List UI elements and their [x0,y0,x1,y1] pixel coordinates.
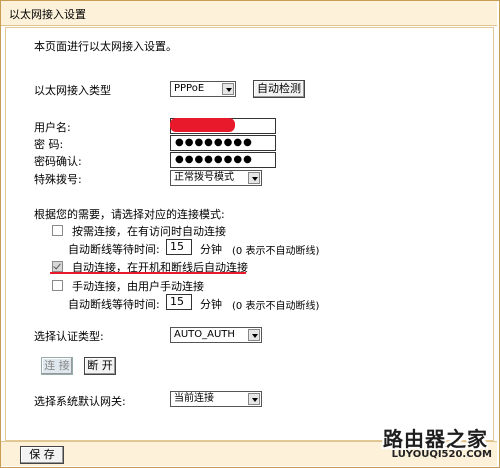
auth-value: AUTO_AUTH [174,329,235,340]
connect-button[interactable]: 连 接 [41,357,73,375]
password-label: 密 码: [34,138,64,151]
dial-value: 正常拨号模式 [174,172,234,183]
mode-manual-label: 手动连接，由用户手动连接 [72,280,204,293]
watermark-url: LUYOUQI520.COM [391,449,492,460]
idle-time-input-2[interactable]: 15 [166,294,192,310]
idle-time-value-2: 15 [170,295,184,308]
conn-type-label: 以太网接入类型 [34,84,111,97]
idle-time-input-1[interactable]: 15 [166,239,192,255]
title-bar: 以太网接入设置 [1,1,497,26]
gateway-select[interactable]: 当前连接 [170,391,262,407]
idle-time-label-1: 自动断线等待时间: [68,243,160,256]
chevron-down-icon [248,329,260,341]
mode-on-demand-checkbox[interactable] [52,225,63,236]
mode-auto-checkbox[interactable] [52,261,63,272]
intro-text: 本页面进行以太网接入设置。 [34,40,177,53]
mode-manual-checkbox[interactable] [52,280,63,291]
chevron-down-icon [248,393,260,405]
save-button[interactable]: 保 存 [20,446,64,464]
password-confirm-label: 密码确认: [34,155,82,168]
page-title: 以太网接入设置 [9,8,86,21]
password-confirm-masked: ●●●●●●●● [175,154,253,165]
auth-select[interactable]: AUTO_AUTH [170,327,262,343]
conn-type-select[interactable]: PPPoE [170,81,236,97]
conn-type-value: PPPoE [174,83,205,94]
gateway-value: 当前连接 [174,393,214,404]
dial-select[interactable]: 正常拨号模式 [170,170,262,186]
password-field[interactable]: ●●●●●●●● [170,135,276,151]
chevron-down-icon [222,83,234,95]
mode-on-demand-label: 按需连接，在有访问时自动连接 [72,225,226,238]
idle-time-label-2: 自动断线等待时间: [68,298,160,311]
mode-prompt: 根据您的需要，请选择对应的连接模式: [34,208,225,221]
idle-time-value-1: 15 [170,240,184,253]
idle-time-unit-2: 分钟 [200,298,222,311]
idle-time-unit-1: 分钟 [200,243,222,256]
auto-detect-button[interactable]: 自动检测 [253,80,305,98]
dial-label: 特殊拨号: [34,173,82,186]
password-masked: ●●●●●●●● [175,137,253,148]
gateway-label: 选择系统默认网关: [34,395,126,408]
username-label: 用户名: [34,121,71,134]
password-confirm-field[interactable]: ●●●●●●●● [170,152,276,168]
idle-time-note-2: (0 表示不自动断线) [232,301,320,312]
annotation-underline [50,272,246,274]
chevron-down-icon [248,172,260,184]
idle-time-note-1: (0 表示不自动断线) [232,246,320,257]
watermark-logo: 路由器之家 [383,427,488,451]
auth-label: 选择认证类型: [34,330,104,343]
disconnect-button[interactable]: 断 开 [84,357,116,375]
username-redaction [170,118,235,132]
